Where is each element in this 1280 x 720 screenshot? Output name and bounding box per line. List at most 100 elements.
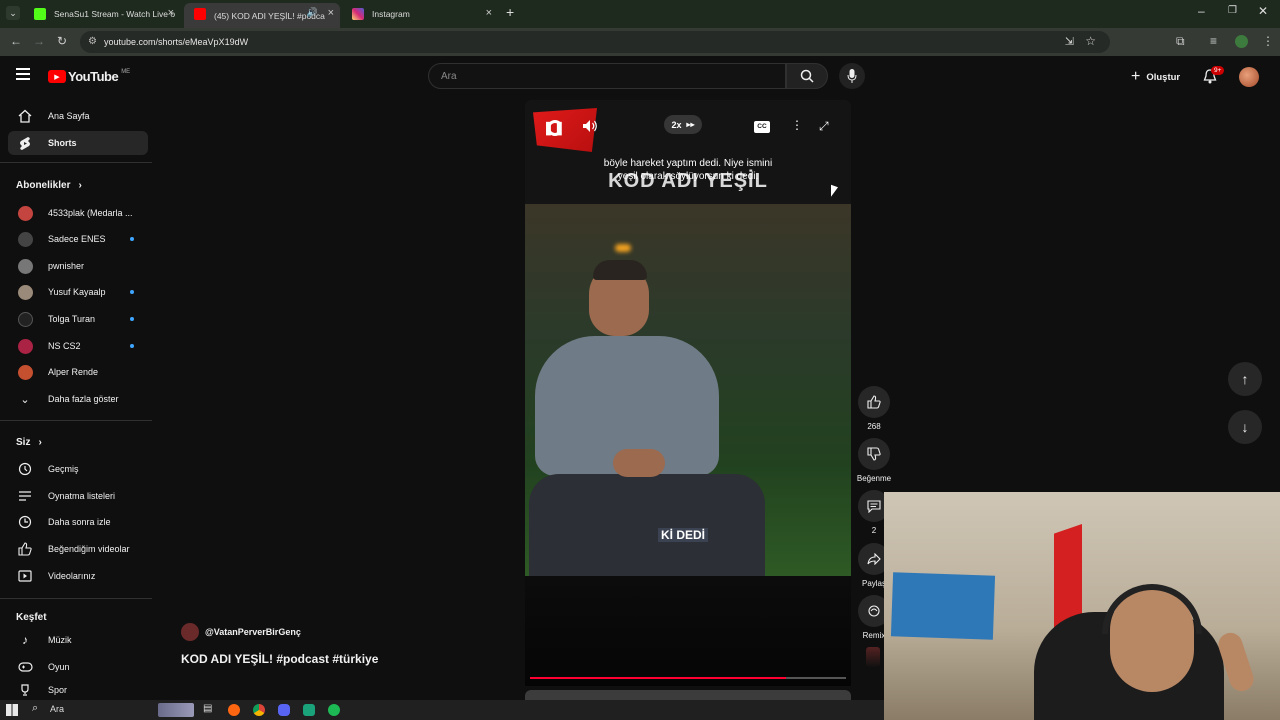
channel-row[interactable]: @VatanPerverBirGenç [181, 623, 301, 641]
search-icon[interactable]: ⌕ [32, 702, 38, 715]
channel-avatar [17, 364, 33, 380]
tab-youtube[interactable]: (45) KOD ADI YEŞİL! #podca 🔊 × [184, 3, 340, 28]
fullscreen-icon[interactable]: ⤢ [819, 119, 829, 134]
more-options-icon[interactable]: ⋮ [791, 118, 803, 132]
sidebar-item-your-videos[interactable]: Videolarınız [8, 564, 148, 588]
app-icon[interactable] [303, 704, 315, 716]
sidebar-sub-pwnisher[interactable]: pwnisher [8, 254, 148, 278]
taskbar-widget[interactable] [158, 703, 194, 717]
tab-label: Instagram [372, 9, 410, 19]
windows-taskbar: ⌕ Ara ▤ [0, 700, 884, 720]
new-content-dot [130, 290, 134, 294]
sidebar-item-shorts[interactable]: Shorts [8, 131, 148, 155]
sidebar-sub-4533plak[interactable]: 4533plak (Medarla ... [8, 201, 148, 225]
sidebar-sub-alper-rende[interactable]: Alper Rende [8, 360, 148, 384]
forward-icon[interactable]: → [33, 34, 45, 48]
channel-avatar[interactable] [181, 623, 199, 641]
new-content-dot [130, 344, 134, 348]
install-icon[interactable]: ⇲ [1065, 35, 1074, 48]
discord-icon[interactable] [278, 704, 290, 716]
close-window-icon[interactable]: ✕ [1258, 4, 1268, 18]
you-heading[interactable]: Siz › [16, 437, 42, 448]
close-icon[interactable]: × [328, 7, 334, 19]
bookmark-star-icon[interactable]: ☆ [1085, 34, 1096, 48]
sound-thumbnail[interactable] [866, 647, 880, 667]
notifications-button[interactable]: 9+ [1203, 66, 1225, 89]
sidebar-item-music[interactable]: ♪ Müzik [8, 628, 148, 652]
sidebar-item-liked-videos[interactable]: Beğendiğim videolar [8, 537, 148, 561]
share-label: Paylaş [861, 579, 886, 588]
shorts-player[interactable]: ❚❚ 2x ▸▸ CC ⋮ ⤢ KOD ADI YEŞİL böyle harek… [525, 100, 851, 576]
spotify-icon[interactable] [328, 704, 340, 716]
pause-icon[interactable]: ❚❚ [543, 120, 565, 136]
chrome-icon[interactable] [253, 704, 265, 716]
search-input[interactable]: Ara [428, 63, 786, 89]
profile-avatar[interactable] [1235, 35, 1248, 48]
new-tab-icon[interactable]: + [506, 4, 514, 20]
like-action[interactable]: 268 [858, 386, 890, 431]
create-button[interactable]: + Oluştur [1131, 68, 1180, 86]
progress-fill [530, 677, 786, 679]
show-more-button[interactable]: ⌄ Daha fazla göster [8, 387, 148, 411]
thumbs-up-icon[interactable] [858, 386, 890, 418]
task-view-icon[interactable]: ▤ [203, 703, 212, 714]
plus-icon: + [1131, 68, 1141, 85]
captions-button[interactable]: CC [754, 121, 770, 133]
dislike-action[interactable]: Beğenme [855, 438, 893, 483]
extensions-icon[interactable]: ⧉ [1176, 34, 1185, 49]
sidebar-item-history[interactable]: Geçmiş [8, 457, 148, 481]
volume-icon[interactable] [582, 119, 598, 138]
video-frame: Kİ DEDİ [525, 204, 851, 576]
sidebar-sub-yusuf-kayaalp[interactable]: Yusuf Kayaalp [8, 280, 148, 304]
arrow-down-icon: ↓ [1241, 419, 1249, 435]
account-avatar[interactable] [1239, 67, 1259, 87]
youtube-logo[interactable]: ▶ YouTube ME [48, 69, 130, 84]
back-icon[interactable]: ← [10, 34, 22, 48]
url-field[interactable]: ⚙ youtube.com/shorts/eMeaVpX19dW ⇲ ☆ [80, 31, 1110, 53]
sidebar-item-playlists[interactable]: Oynatma listeleri [8, 484, 148, 508]
create-label: Oluştur [1146, 71, 1181, 83]
browser-tab-bar: ⌄ SenaSu1 Stream - Watch Live o × (45) K… [0, 0, 1280, 28]
playback-speed-button[interactable]: 2x ▸▸ [664, 115, 702, 134]
search-placeholder: Ara [441, 70, 457, 82]
chevron-down-icon: ⌄ [20, 393, 30, 406]
search-button[interactable] [786, 63, 828, 89]
close-icon[interactable]: × [486, 7, 492, 19]
tab-instagram[interactable]: Instagram × [342, 3, 498, 25]
subtitle-line: yeşil olarak söylüyorsun ki dedi. [617, 171, 759, 182]
restore-icon[interactable]: ❐ [1228, 5, 1237, 16]
minimize-icon[interactable]: – [1198, 4, 1205, 18]
sidebar-item-gaming[interactable]: Oyun [8, 655, 148, 679]
menu-icon[interactable]: ⋮ [1262, 34, 1274, 48]
windows-start-icon[interactable] [6, 704, 18, 716]
reload-icon[interactable]: ↻ [57, 34, 67, 48]
trophy-icon [16, 684, 34, 696]
media-control-icon[interactable]: ≡ [1210, 34, 1217, 48]
next-short-preview[interactable] [525, 690, 851, 700]
subtitle-line: böyle hareket yaptım dedi. Niye ismini [603, 158, 773, 169]
show-more-label: Daha fazla göster [48, 394, 119, 404]
tab-search-button[interactable]: ⌄ [6, 6, 20, 20]
channel-avatar [17, 205, 33, 221]
sidebar-item-home[interactable]: Ana Sayfa [8, 104, 148, 128]
thumbs-down-icon[interactable] [858, 438, 890, 470]
video-title: KOD ADI YEŞİL! #podcast #türkiye [181, 652, 379, 666]
previous-short-button[interactable]: ↑ [1228, 362, 1262, 396]
voice-search-button[interactable] [839, 63, 865, 89]
sidebar-sub-ns-cs2[interactable]: NS CS2 [8, 334, 148, 358]
taskbar-search-label[interactable]: Ara [50, 704, 64, 714]
next-short-button[interactable]: ↓ [1228, 410, 1262, 444]
sidebar-item-sports[interactable]: Spor [8, 681, 148, 699]
progress-bar[interactable] [530, 677, 846, 679]
firefox-icon[interactable] [228, 704, 240, 716]
subscriptions-heading[interactable]: Abonelikler › [16, 180, 82, 191]
site-info-icon[interactable]: ⚙ [88, 36, 97, 47]
hamburger-menu-icon[interactable] [16, 68, 30, 80]
tab-senasu[interactable]: SenaSu1 Stream - Watch Live o × [24, 3, 180, 25]
close-icon[interactable]: × [168, 7, 174, 19]
sidebar-sub-tolga-turan[interactable]: Tolga Turan [8, 307, 148, 331]
sidebar-sub-sadece-enes[interactable]: Sadece ENES [8, 227, 148, 251]
channel-handle[interactable]: @VatanPerverBirGenç [205, 627, 301, 637]
cc-label: CC [757, 123, 767, 130]
sidebar-item-watch-later[interactable]: Daha sonra izle [8, 510, 148, 534]
